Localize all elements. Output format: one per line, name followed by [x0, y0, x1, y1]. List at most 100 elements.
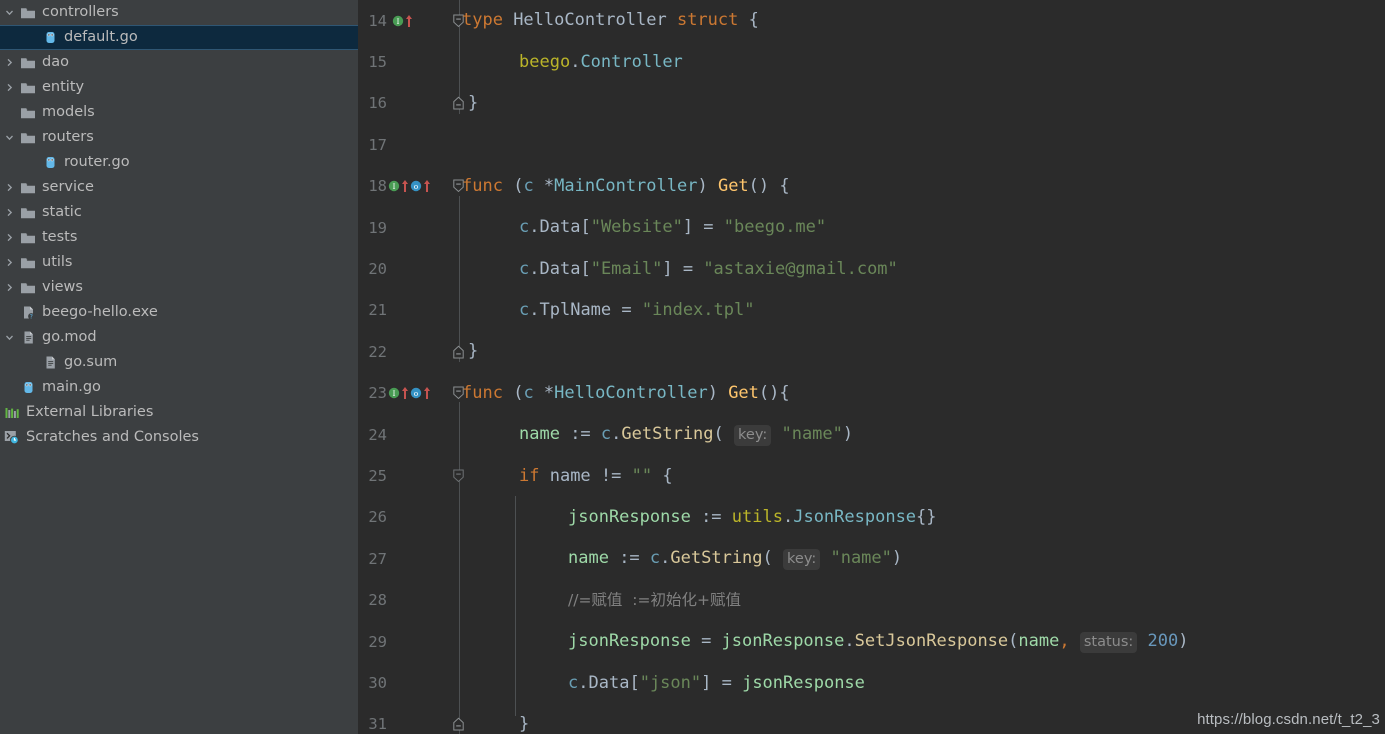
tree-label: beego-hello.exe — [42, 303, 158, 320]
code-line-18[interactable]: 18 I o func (c *MainController) Get() { — [358, 166, 1385, 207]
line-number: 28 — [368, 591, 387, 610]
gutter-icons[interactable]: I o — [388, 384, 431, 402]
tree-row-models[interactable]: models — [0, 100, 358, 125]
implemented-arrow-icon[interactable] — [401, 179, 409, 193]
code-text-31: } — [519, 713, 530, 734]
code-text-14: type HelloController struct { — [462, 10, 759, 31]
tree-row-go-mod[interactable]: go.mod — [0, 325, 358, 350]
go-file-icon — [40, 155, 60, 170]
chevron-right-icon[interactable] — [0, 207, 18, 218]
code-line-14[interactable]: 14 I type HelloController struct { — [358, 0, 1385, 41]
code-line-30[interactable]: 30 c.Data["json"] = jsonResponse — [358, 662, 1385, 703]
unknown-file-icon: ? — [18, 305, 38, 320]
tree-row-default-go[interactable]: default.go — [0, 25, 358, 50]
chevron-down-icon[interactable] — [0, 132, 18, 143]
code-line-21[interactable]: 21 c.TplName = "index.tpl" — [358, 290, 1385, 331]
tree-row-beego-hello-exe[interactable]: ? beego-hello.exe — [0, 300, 358, 325]
code-text-15: beego.Controller — [519, 51, 683, 72]
folder-icon — [18, 231, 38, 245]
chevron-right-icon[interactable] — [0, 82, 18, 93]
code-line-28[interactable]: 28 //=赋值 :=初始化+赋值 — [358, 580, 1385, 621]
tree-label: router.go — [64, 153, 130, 170]
tree-label: tests — [42, 228, 78, 245]
tree-row-external-libraries[interactable]: External Libraries — [0, 400, 358, 425]
project-tree-panel[interactable]: controllers default.go dao entity models — [0, 0, 358, 734]
tree-row-main-go[interactable]: main.go — [0, 375, 358, 400]
code-line-27[interactable]: 27 name := c.GetString( key: "name") — [358, 538, 1385, 579]
overridden-arrow-icon[interactable] — [423, 179, 431, 193]
fold-end-icon[interactable] — [453, 345, 464, 359]
gutter-icons[interactable]: I o — [388, 177, 431, 195]
tree-row-router-go[interactable]: router.go — [0, 150, 358, 175]
code-line-22[interactable]: 22 } — [358, 331, 1385, 372]
line-number: 22 — [368, 342, 387, 361]
code-line-19[interactable]: 19 c.Data["Website"] = "beego.me" — [358, 207, 1385, 248]
tree-row-static[interactable]: static — [0, 200, 358, 225]
implementing-method-icon[interactable]: I — [388, 180, 400, 192]
svg-text:o: o — [414, 182, 419, 191]
code-text-22: } — [468, 341, 479, 362]
tree-row-service[interactable]: service — [0, 175, 358, 200]
code-text-30: c.Data["json"] = jsonResponse — [568, 672, 865, 693]
chevron-down-icon[interactable] — [0, 7, 18, 18]
folder-icon — [18, 106, 38, 120]
code-line-25[interactable]: 25 if name != "" { — [358, 455, 1385, 496]
tree-row-dao[interactable]: dao — [0, 50, 358, 75]
code-line-17[interactable]: 17 — [358, 124, 1385, 165]
code-line-29[interactable]: 29 jsonResponse = jsonResponse.SetJsonRe… — [358, 621, 1385, 662]
code-line-26[interactable]: 26 jsonResponse := utils.JsonResponse{} — [358, 497, 1385, 538]
tree-label: External Libraries — [26, 403, 154, 420]
tree-label: go.sum — [64, 353, 118, 370]
tree-row-go-sum[interactable]: go.sum — [0, 350, 358, 375]
implementing-method-icon[interactable]: I — [388, 387, 400, 399]
tree-row-scratches-and-consoles[interactable]: Scratches and Consoles — [0, 425, 358, 450]
code-text-23: func (c *HelloController) Get(){ — [462, 382, 790, 403]
overridden-arrow-icon[interactable] — [423, 386, 431, 400]
folder-icon — [18, 56, 38, 70]
tree-row-routers[interactable]: routers — [0, 125, 358, 150]
tree-row-entity[interactable]: entity — [0, 75, 358, 100]
chevron-right-icon[interactable] — [0, 257, 18, 268]
implementing-method-icon[interactable]: I — [392, 15, 404, 27]
fold-end-icon[interactable] — [453, 97, 464, 110]
text-file-icon — [18, 330, 38, 345]
code-line-23[interactable]: 23 I o func (c *HelloController) Get(){ — [358, 373, 1385, 414]
tree-row-controllers[interactable]: controllers — [0, 0, 358, 25]
fold-open-icon[interactable] — [453, 469, 464, 483]
code-editor[interactable]: 14 I type HelloController struct { 15 be… — [358, 0, 1385, 734]
code-text-29: jsonResponse = jsonResponse.SetJsonRespo… — [568, 631, 1189, 654]
line-number: 25 — [368, 467, 387, 486]
svg-text:I: I — [393, 182, 396, 191]
fold-end-icon[interactable] — [453, 718, 464, 731]
implemented-arrow-icon[interactable] — [401, 386, 409, 400]
chevron-right-icon[interactable] — [0, 57, 18, 68]
code-line-15[interactable]: 15 beego.Controller — [358, 41, 1385, 82]
svg-text:o: o — [414, 389, 419, 398]
code-line-16[interactable]: 16 } — [358, 83, 1385, 124]
code-line-20[interactable]: 20 c.Data["Email"] = "astaxie@gmail.com" — [358, 248, 1385, 289]
line-number: 17 — [368, 135, 387, 154]
overriding-method-icon[interactable]: o — [410, 180, 422, 192]
tree-row-utils[interactable]: utils — [0, 250, 358, 275]
overriding-method-icon[interactable]: o — [410, 387, 422, 399]
chevron-right-icon[interactable] — [0, 182, 18, 193]
watermark-url: https://blog.csdn.net/t_t2_3 — [1197, 711, 1380, 728]
tree-row-tests[interactable]: tests — [0, 225, 358, 250]
chevron-right-icon[interactable] — [0, 282, 18, 293]
chevron-right-icon[interactable] — [0, 232, 18, 243]
folder-icon — [18, 181, 38, 195]
folder-icon — [18, 81, 38, 95]
code-line-24[interactable]: 24 name := c.GetString( key: "name") — [358, 414, 1385, 455]
library-icon — [2, 406, 22, 420]
folder-icon — [18, 281, 38, 295]
chevron-down-icon[interactable] — [0, 332, 18, 343]
line-number: 29 — [368, 632, 387, 651]
svg-text:I: I — [393, 389, 396, 398]
gutter-icons[interactable]: I — [392, 12, 413, 30]
folder-icon — [18, 6, 38, 20]
code-text-24: name := c.GetString( key: "name") — [519, 424, 854, 447]
tree-row-views[interactable]: views — [0, 275, 358, 300]
implemented-arrow-icon[interactable] — [405, 14, 413, 28]
tree-label: default.go — [64, 28, 138, 45]
line-number: 23 — [368, 384, 387, 403]
